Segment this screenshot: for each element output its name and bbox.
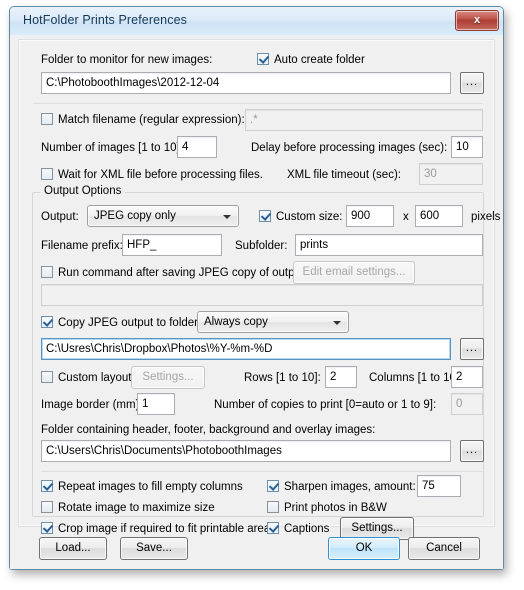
sharpen-amount-input[interactable]: 75: [417, 475, 461, 497]
output-format-dropdown[interactable]: JPEG copy only: [87, 205, 239, 227]
settings-panel: Folder to monitor for new images: Auto c…: [18, 39, 500, 540]
copy-jpeg-mode-dropdown[interactable]: Always copy: [197, 311, 349, 333]
number-of-images-input[interactable]: 4: [177, 136, 217, 158]
match-filename-label: Match filename (regular expression):: [58, 114, 245, 126]
assets-folder-input[interactable]: C:\Users\Chris\Documents\PhotoboothImage…: [41, 440, 451, 462]
copies-to-print-input[interactable]: 0: [451, 393, 483, 415]
run-command-input[interactable]: [41, 284, 483, 306]
title-bar: HotFolder Prints Preferences x: [10, 7, 503, 36]
subfolder-input[interactable]: prints: [295, 234, 483, 256]
edit-email-settings-button[interactable]: Edit email settings...: [293, 261, 415, 284]
columns-input[interactable]: 2: [451, 366, 483, 388]
wait-for-xml-checkbox[interactable]: Wait for XML file before processing file…: [41, 168, 263, 182]
copy-jpeg-checkbox[interactable]: Copy JPEG output to folder:: [41, 316, 201, 330]
custom-layout-label: Custom layout: [58, 372, 132, 384]
divider-1: [33, 103, 483, 104]
rotate-image-checkbox[interactable]: Rotate image to maximize size: [41, 501, 215, 515]
close-icon[interactable]: x: [455, 10, 499, 31]
save-button[interactable]: Save...: [120, 537, 188, 560]
copies-to-print-label: Number of copies to print [0=auto or 1 t…: [214, 399, 437, 411]
checkbox-box: [259, 210, 271, 222]
custom-layout-settings-button[interactable]: Settings...: [131, 366, 205, 389]
folder-monitor-label: Folder to monitor for new images:: [41, 54, 213, 66]
custom-size-units-label: pixels: [471, 211, 501, 223]
checkbox-box: [41, 522, 53, 534]
custom-size-x-label: x: [403, 211, 409, 223]
chevron-down-icon: [333, 321, 341, 325]
assets-folder-label: Folder containing header, footer, backgr…: [41, 424, 376, 436]
delay-processing-input[interactable]: 10: [451, 136, 483, 158]
checkbox-box: [41, 316, 53, 328]
checkbox-box: [41, 480, 53, 492]
custom-size-width-input[interactable]: 900: [346, 205, 394, 227]
rotate-image-label: Rotate image to maximize size: [58, 502, 215, 514]
checkbox-box: [41, 371, 53, 383]
chevron-down-icon: [223, 215, 231, 219]
preferences-dialog: HotFolder Prints Preferences x Folder to…: [9, 6, 504, 570]
captions-label: Captions: [284, 523, 330, 535]
copy-jpeg-path-input[interactable]: C:\Usres\Chris\Dropbox\Photos\%Y-%m-%D: [41, 338, 451, 360]
copy-jpeg-mode-value: Always copy: [204, 316, 268, 328]
custom-size-label: Custom size:: [276, 211, 343, 223]
rows-input[interactable]: 2: [325, 366, 357, 388]
number-of-images-label: Number of images [1 to 10]:: [41, 142, 183, 154]
image-border-input[interactable]: 1: [137, 393, 175, 415]
window-title: HotFolder Prints Preferences: [23, 13, 187, 27]
checkbox-box: [41, 501, 53, 513]
output-options-legend: Output Options: [40, 185, 126, 197]
folder-monitor-input[interactable]: C:\PhotoboothImages\2012-12-04: [41, 72, 451, 94]
sharpen-images-label: Sharpen images, amount:: [284, 481, 416, 493]
output-format-value: JPEG copy only: [94, 210, 176, 222]
checkbox-box: [267, 522, 279, 534]
crop-image-checkbox[interactable]: Crop image if required to fit printable …: [41, 522, 270, 536]
checkbox-box: [41, 168, 53, 180]
output-label: Output:: [41, 211, 79, 223]
subfolder-label: Subfolder:: [235, 240, 288, 252]
image-border-label: Image border (mm):: [41, 399, 143, 411]
checkbox-box: [41, 266, 53, 278]
filename-prefix-label: Filename prefix:: [41, 240, 123, 252]
auto-create-folder-label: Auto create folder: [274, 54, 365, 66]
divider-2: [41, 471, 483, 472]
xml-timeout-input[interactable]: 30: [419, 163, 483, 185]
match-filename-input[interactable]: .*: [245, 109, 483, 131]
custom-size-checkbox[interactable]: Custom size:: [259, 210, 342, 224]
rows-label: Rows [1 to 10]:: [244, 372, 321, 384]
cancel-button[interactable]: Cancel: [408, 537, 480, 560]
checkbox-box: [257, 53, 269, 65]
print-bw-label: Print photos in B&W: [284, 502, 387, 514]
checkbox-box: [267, 480, 279, 492]
checkbox-box: [267, 501, 279, 513]
xml-timeout-label: XML file timeout (sec):: [287, 169, 401, 181]
run-command-checkbox[interactable]: Run command after saving JPEG copy of ou…: [41, 266, 307, 280]
run-command-label: Run command after saving JPEG copy of ou…: [58, 267, 308, 279]
delay-processing-label: Delay before processing images (sec):: [251, 142, 448, 154]
filename-prefix-input[interactable]: HFP_: [122, 234, 222, 256]
copy-jpeg-browse-button[interactable]: ...: [460, 338, 484, 360]
custom-layout-checkbox[interactable]: Custom layout: [41, 371, 132, 385]
folder-monitor-browse-button[interactable]: ...: [460, 72, 484, 94]
repeat-images-label: Repeat images to fill empty columns: [58, 481, 243, 493]
dialog-client-area: Folder to monitor for new images: Auto c…: [10, 35, 503, 569]
ok-button[interactable]: OK: [328, 537, 400, 560]
checkbox-box: [41, 113, 53, 125]
copy-jpeg-label: Copy JPEG output to folder:: [58, 317, 202, 329]
custom-size-height-input[interactable]: 600: [415, 205, 463, 227]
assets-folder-browse-button[interactable]: ...: [460, 440, 484, 462]
captions-checkbox[interactable]: Captions: [267, 522, 329, 536]
crop-image-label: Crop image if required to fit printable …: [58, 523, 271, 535]
match-filename-checkbox[interactable]: Match filename (regular expression):: [41, 113, 245, 127]
columns-label: Columns [1 to 10]:: [369, 372, 463, 384]
repeat-images-checkbox[interactable]: Repeat images to fill empty columns: [41, 480, 243, 494]
load-button[interactable]: Load...: [39, 537, 107, 560]
auto-create-folder-checkbox[interactable]: Auto create folder: [257, 53, 365, 67]
wait-for-xml-label: Wait for XML file before processing file…: [58, 169, 263, 181]
print-bw-checkbox[interactable]: Print photos in B&W: [267, 501, 387, 515]
sharpen-images-checkbox[interactable]: Sharpen images, amount:: [267, 480, 416, 494]
